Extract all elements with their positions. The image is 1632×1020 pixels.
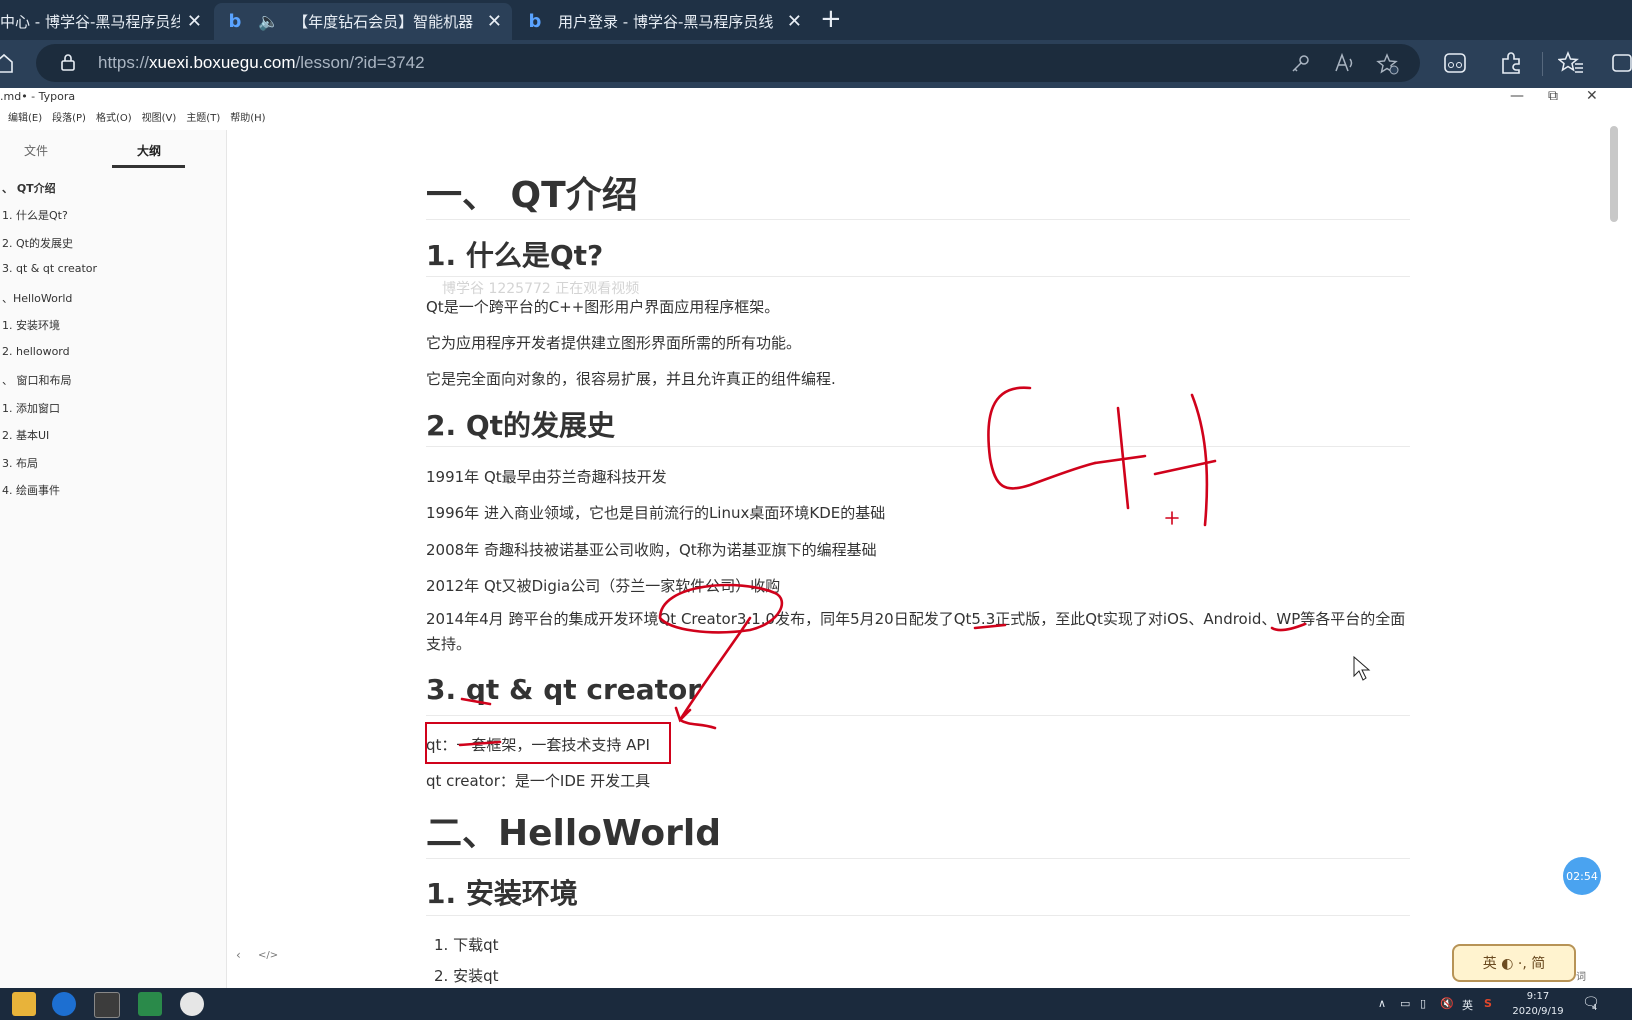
tray-expand-icon[interactable]: ∧ bbox=[1378, 997, 1386, 1010]
bing-icon: b bbox=[528, 11, 542, 32]
annotation-plus-small bbox=[1165, 511, 1179, 525]
annotation-underline-qt53 bbox=[973, 623, 1007, 630]
clock-time: 9:17 bbox=[1526, 991, 1550, 1002]
close-tab-icon[interactable]: ✕ bbox=[787, 11, 802, 32]
typora-window: .md• - Typora — ⧉ ✕ 编辑(E) 段落(P) 格式(O) 视图… bbox=[0, 88, 1618, 988]
mouse-cursor-icon bbox=[1353, 655, 1371, 681]
annotation-underline-qt bbox=[460, 697, 492, 706]
key-icon[interactable] bbox=[1290, 54, 1310, 74]
annotation-plus-1-h bbox=[1093, 454, 1147, 465]
video-timer-badge[interactable]: 02:54 bbox=[1563, 857, 1601, 895]
tab-title: 中心 - 博学谷-黑马程序员线 bbox=[0, 13, 180, 31]
browser-tab-1[interactable]: 中心 - 博学谷-黑马程序员线 ✕ bbox=[0, 3, 212, 40]
annotation-circle bbox=[658, 583, 784, 634]
bing-icon: b bbox=[228, 11, 242, 32]
browser-tab-3[interactable]: b 用户登录 - 博学谷-黑马程序员线 ✕ bbox=[514, 3, 812, 40]
tab-title: 【年度钻石会员】智能机器 bbox=[293, 13, 474, 31]
taskbar: ∧ ▭ ▯ 🔇 英 S 9:17 2020/9/19 🗨 4 bbox=[0, 988, 1632, 1020]
sogou-icon[interactable]: S bbox=[1484, 997, 1492, 1010]
new-tab-button[interactable]: + bbox=[820, 4, 842, 34]
collections-extension-icon[interactable] bbox=[1442, 50, 1468, 76]
add-favorite-icon[interactable] bbox=[1376, 53, 1400, 75]
url-domain: xuexi.boxuegu.com bbox=[149, 53, 296, 72]
network-icon[interactable]: ▭ bbox=[1400, 997, 1410, 1010]
url-path: /lesson/?id=3742 bbox=[295, 53, 425, 72]
input-method-widget[interactable]: 英 ◐ ·, 简 bbox=[1452, 944, 1576, 982]
annotation-underline-wp bbox=[1270, 622, 1307, 632]
clion-app-icon[interactable] bbox=[138, 992, 162, 1016]
annotation-underline-kuangjia bbox=[458, 740, 502, 747]
close-tab-icon[interactable]: ✕ bbox=[487, 11, 502, 32]
annotation-arrow bbox=[674, 616, 752, 730]
annotation-plus-2-v bbox=[1190, 393, 1209, 527]
typora-app-icon[interactable] bbox=[94, 992, 120, 1018]
url-scheme: https:// bbox=[98, 53, 150, 72]
notification-count: 4 bbox=[1592, 1003, 1598, 1012]
ime-language-icon[interactable]: 英 bbox=[1462, 997, 1473, 1013]
address-toolbar: https://xuexi.boxuegu.com/lesson/?id=374… bbox=[0, 40, 1632, 88]
toolbar-divider bbox=[1542, 52, 1543, 76]
clock-date: 2020/9/19 bbox=[1512, 1006, 1564, 1017]
chrome-app-icon[interactable] bbox=[180, 992, 204, 1016]
home-icon[interactable] bbox=[0, 52, 14, 74]
collections-icon[interactable] bbox=[1610, 50, 1632, 76]
speaker-icon[interactable]: 🔈 bbox=[258, 12, 279, 32]
address-bar[interactable]: https://xuexi.boxuegu.com/lesson/?id=374… bbox=[36, 44, 1420, 82]
notification-icon[interactable]: 🗨 bbox=[1582, 995, 1600, 1011]
battery-icon[interactable]: ▯ bbox=[1420, 997, 1426, 1010]
clock[interactable]: 9:17 2020/9/19 bbox=[1510, 989, 1566, 1019]
browser-tab-strip: 中心 - 博学谷-黑马程序员线 ✕ b 🔈 【年度钻石会员】智能机器 ✕ b 用… bbox=[0, 0, 1632, 40]
extensions-icon[interactable] bbox=[1498, 50, 1524, 76]
ime-hint-label: 词 bbox=[1576, 972, 1586, 983]
annotation-c bbox=[987, 386, 1097, 490]
pen-annotations bbox=[458, 386, 1371, 747]
lock-icon[interactable] bbox=[58, 52, 78, 72]
tab-title: 用户登录 - 博学谷-黑马程序员线 bbox=[558, 13, 774, 31]
volume-muted-icon[interactable]: 🔇 bbox=[1440, 997, 1454, 1010]
search-app-icon[interactable] bbox=[52, 992, 76, 1016]
file-explorer-icon[interactable] bbox=[12, 992, 36, 1016]
read-aloud-icon[interactable] bbox=[1334, 53, 1356, 73]
url-text: https://xuexi.boxuegu.com/lesson/?id=374… bbox=[98, 53, 425, 73]
favorites-icon[interactable] bbox=[1558, 50, 1584, 76]
close-tab-icon[interactable]: ✕ bbox=[187, 11, 202, 32]
browser-tab-2[interactable]: b 🔈 【年度钻石会员】智能机器 ✕ bbox=[214, 3, 512, 40]
